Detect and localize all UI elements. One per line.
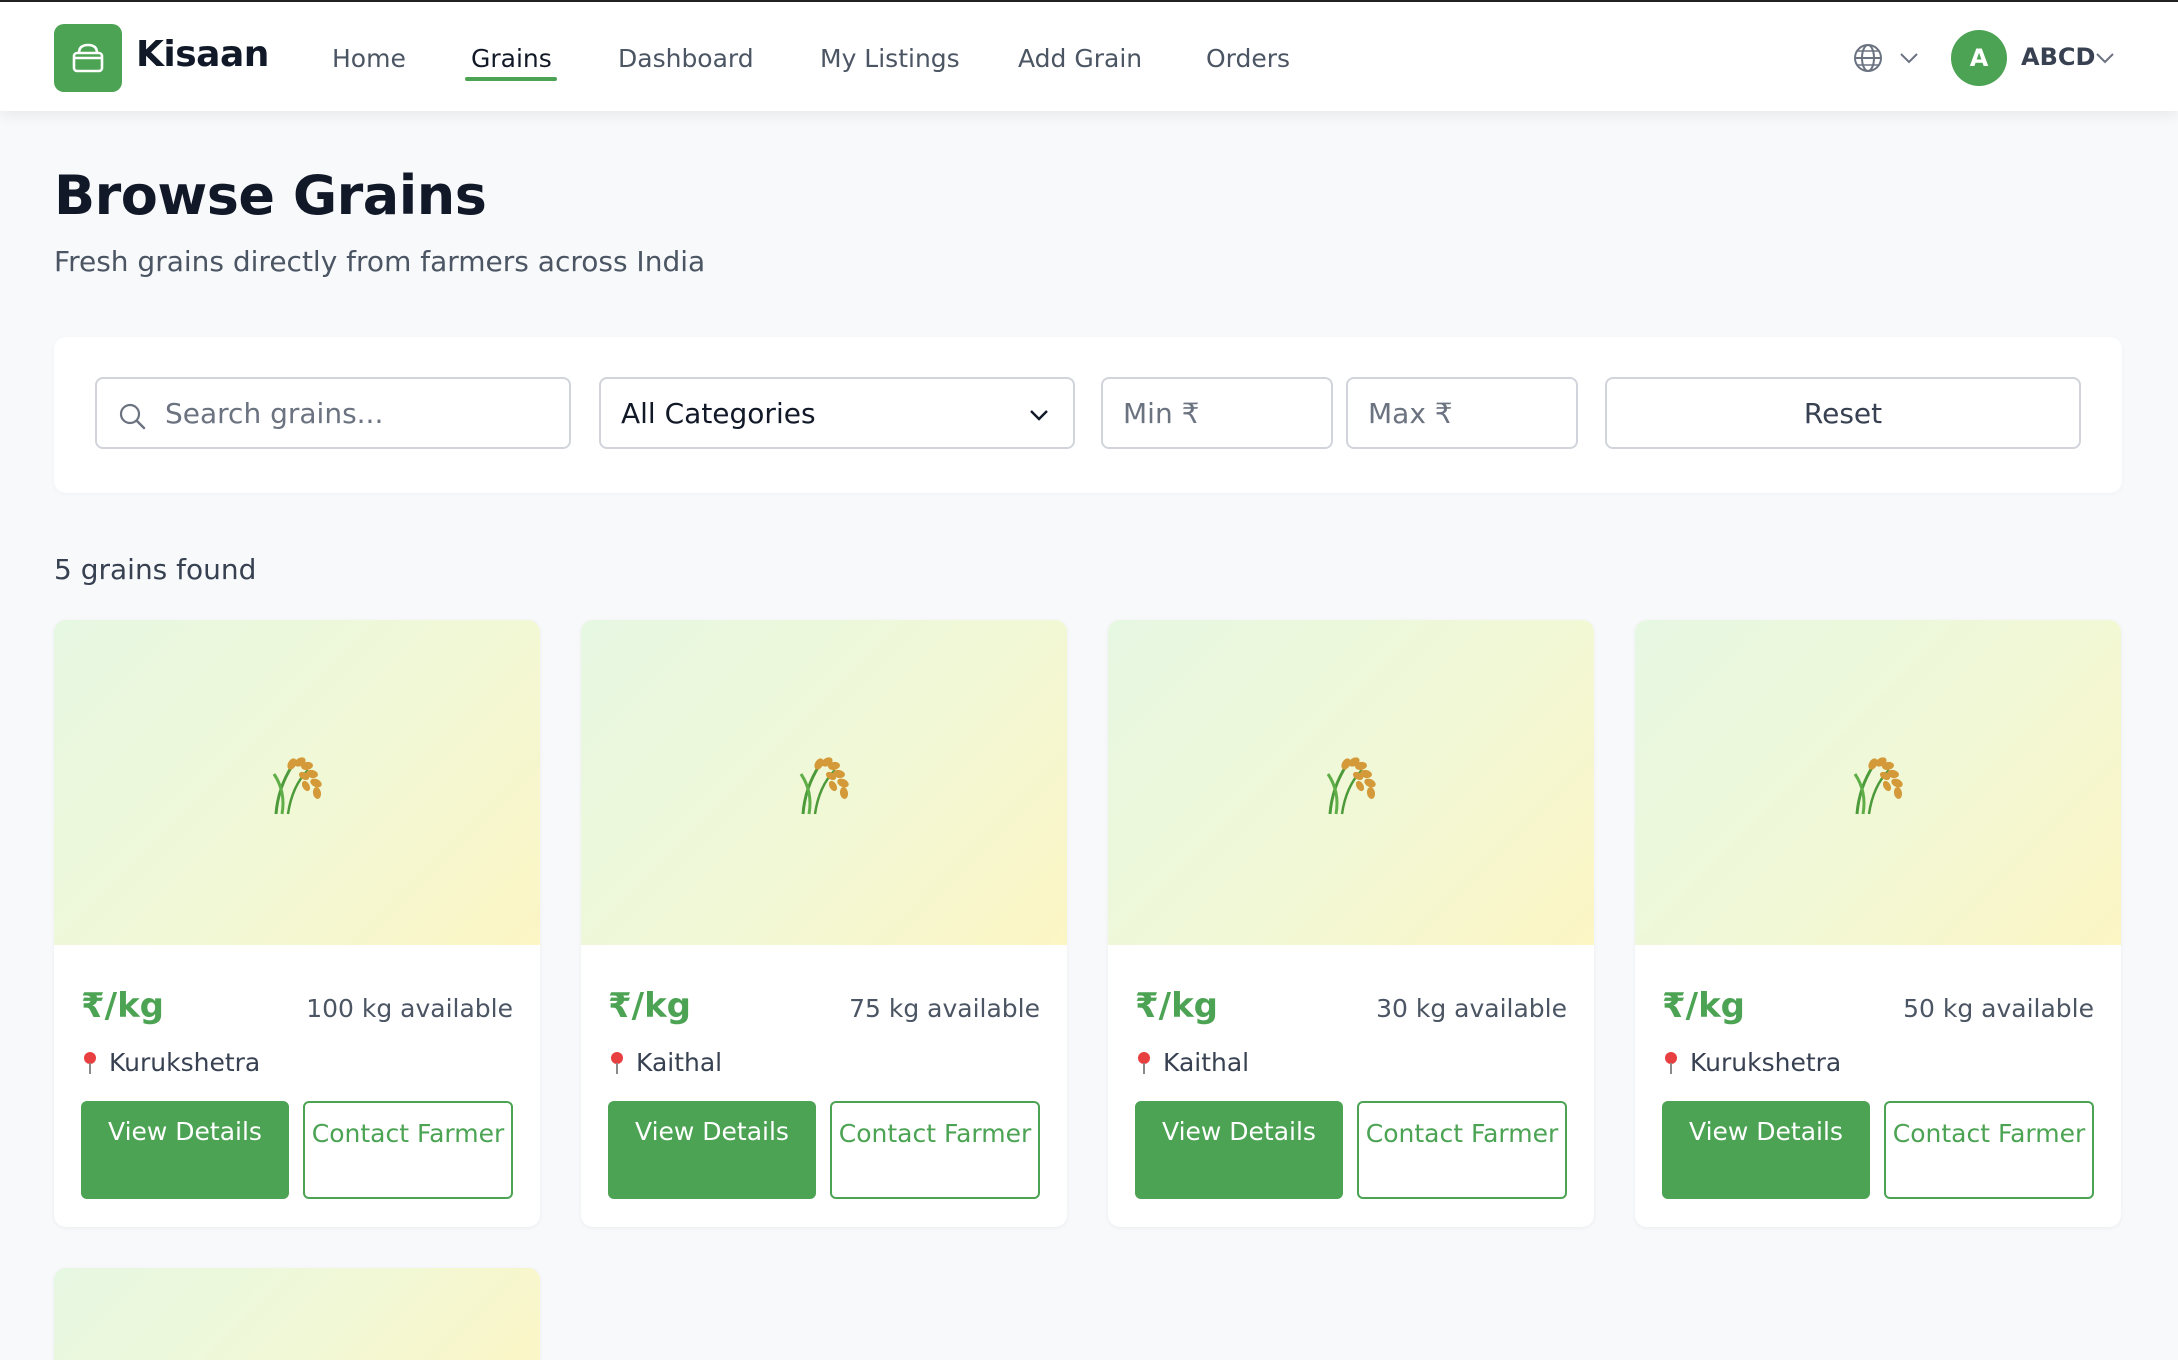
map-pin-icon bbox=[1665, 1051, 1677, 1074]
rice-sheaf-icon bbox=[799, 756, 849, 814]
page-subtitle: Fresh grains directly from farmers acros… bbox=[54, 245, 706, 278]
grain-image[interactable] bbox=[1108, 620, 1594, 945]
view-details-button[interactable]: View Details bbox=[81, 1101, 289, 1199]
availability: 50 kg available bbox=[1903, 994, 2094, 1023]
map-pin-icon bbox=[611, 1051, 623, 1074]
basket-icon[interactable] bbox=[54, 24, 122, 92]
category-select[interactable]: All Categories bbox=[599, 377, 1075, 449]
price: ₹/kg bbox=[81, 986, 165, 1026]
min-price-placeholder: Min ₹ bbox=[1123, 396, 1200, 430]
map-pin-icon bbox=[1138, 1051, 1150, 1074]
grain-card bbox=[54, 1268, 540, 1360]
view-details-button[interactable]: View Details bbox=[1662, 1101, 1870, 1199]
grain-card: ₹/kg 50 kg available Kurukshetra View De… bbox=[1635, 620, 2121, 1227]
grain-image[interactable] bbox=[54, 1268, 540, 1360]
map-pin-icon bbox=[84, 1051, 96, 1074]
user-name[interactable]: ABCD bbox=[2021, 43, 2095, 71]
location: Kurukshetra bbox=[1662, 1048, 1841, 1077]
results-count: 5 grains found bbox=[54, 553, 257, 586]
grain-image[interactable] bbox=[54, 620, 540, 945]
category-selected-value: All Categories bbox=[621, 396, 816, 430]
nav-add-grain[interactable]: Add Grain bbox=[1018, 44, 1142, 73]
search-input[interactable]: Search grains... bbox=[95, 377, 571, 449]
rice-sheaf-icon bbox=[1853, 756, 1903, 814]
location-name: Kurukshetra bbox=[1690, 1048, 1842, 1077]
location-name: Kaithal bbox=[636, 1048, 723, 1077]
chevron-down-icon bbox=[1030, 410, 1048, 421]
nav-home[interactable]: Home bbox=[332, 44, 406, 73]
page-title: Browse Grains bbox=[54, 164, 487, 227]
min-price-input[interactable]: Min ₹ bbox=[1101, 377, 1333, 449]
contact-farmer-button[interactable]: Contact Farmer bbox=[1357, 1101, 1567, 1199]
avatar[interactable]: A bbox=[1951, 30, 2007, 86]
nav-orders[interactable]: Orders bbox=[1206, 44, 1290, 73]
availability: 75 kg available bbox=[849, 994, 1040, 1023]
view-details-button[interactable]: View Details bbox=[608, 1101, 816, 1199]
nav-dashboard[interactable]: Dashboard bbox=[618, 44, 754, 73]
grain-card: ₹/kg 30 kg available Kaithal View Detail… bbox=[1108, 620, 1594, 1227]
price: ₹/kg bbox=[1135, 986, 1219, 1026]
globe-icon[interactable] bbox=[1852, 42, 1884, 74]
contact-farmer-button[interactable]: Contact Farmer bbox=[303, 1101, 513, 1199]
search-icon bbox=[119, 403, 146, 430]
contact-farmer-button[interactable]: Contact Farmer bbox=[1884, 1101, 2094, 1199]
availability: 100 kg available bbox=[306, 994, 513, 1023]
rice-sheaf-icon bbox=[272, 756, 322, 814]
price: ₹/kg bbox=[1662, 986, 1746, 1026]
location: Kaithal bbox=[608, 1048, 722, 1077]
nav-grains[interactable]: Grains bbox=[471, 44, 552, 73]
grain-image[interactable] bbox=[1635, 620, 2121, 945]
location: Kurukshetra bbox=[81, 1048, 260, 1077]
availability: 30 kg available bbox=[1376, 994, 1567, 1023]
active-nav-indicator bbox=[465, 77, 557, 81]
location-name: Kaithal bbox=[1163, 1048, 1250, 1077]
chevron-down-icon[interactable] bbox=[1898, 48, 1920, 68]
grain-card: ₹/kg 100 kg available Kurukshetra View D… bbox=[54, 620, 540, 1227]
location: Kaithal bbox=[1135, 1048, 1249, 1077]
nav-my-listings[interactable]: My Listings bbox=[820, 44, 960, 73]
grain-card: ₹/kg 75 kg available Kaithal View Detail… bbox=[581, 620, 1067, 1227]
price: ₹/kg bbox=[608, 986, 692, 1026]
max-price-placeholder: Max ₹ bbox=[1368, 396, 1453, 430]
reset-button[interactable]: Reset bbox=[1605, 377, 2081, 449]
chevron-down-icon[interactable] bbox=[2094, 48, 2116, 68]
grain-image[interactable] bbox=[581, 620, 1067, 945]
top-navbar: Kisaan Home Grains Dashboard My Listings… bbox=[0, 0, 2178, 111]
view-details-button[interactable]: View Details bbox=[1135, 1101, 1343, 1199]
contact-farmer-button[interactable]: Contact Farmer bbox=[830, 1101, 1040, 1199]
filter-panel: Search grains... All Categories Min ₹ Ma… bbox=[54, 337, 2122, 493]
brand-name[interactable]: Kisaan bbox=[136, 34, 269, 75]
rice-sheaf-icon bbox=[1326, 756, 1376, 814]
max-price-input[interactable]: Max ₹ bbox=[1346, 377, 1578, 449]
search-placeholder: Search grains... bbox=[165, 396, 384, 430]
location-name: Kurukshetra bbox=[109, 1048, 261, 1077]
